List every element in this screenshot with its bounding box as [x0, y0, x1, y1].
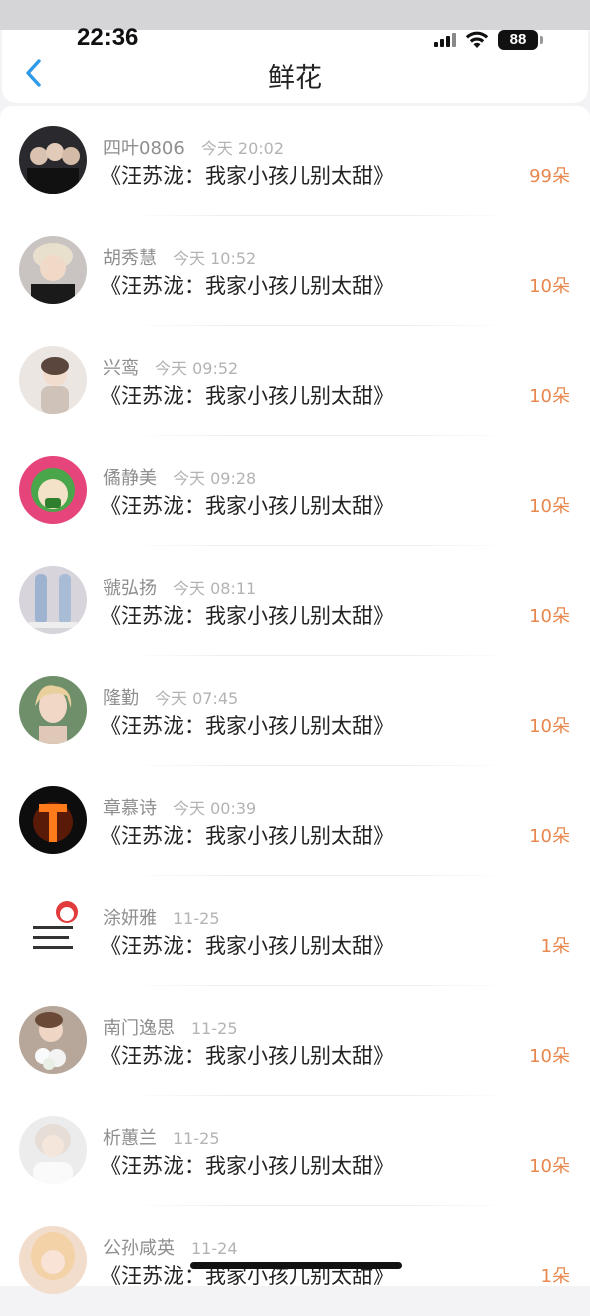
- book-title[interactable]: 《汪苏泷：我家小孩儿别太甜》: [100, 1040, 394, 1070]
- user-name[interactable]: 四叶0806: [103, 138, 185, 159]
- book-title[interactable]: 《汪苏泷：我家小孩儿别太甜》: [100, 930, 394, 960]
- book-title[interactable]: 《汪苏泷：我家小孩儿别太甜》: [100, 160, 394, 190]
- home-indicator[interactable]: [190, 1262, 402, 1269]
- list-item[interactable]: 僪静美 今天 09:28 《汪苏泷：我家小孩儿别太甜》 10朵: [0, 436, 590, 546]
- user-name[interactable]: 兴鸾: [103, 358, 139, 379]
- avatar[interactable]: [19, 1226, 87, 1294]
- item-meta: 胡秀慧 今天 10:52: [103, 244, 256, 270]
- user-name[interactable]: 虢弘扬: [103, 578, 157, 599]
- item-time: 今天 08:11: [173, 579, 257, 598]
- item-time: 11-24: [191, 1239, 238, 1258]
- flower-count: 10朵: [529, 716, 570, 737]
- avatar[interactable]: [19, 896, 87, 964]
- list-item[interactable]: 南门逸思 11-25 《汪苏泷：我家小孩儿别太甜》 10朵: [0, 986, 590, 1096]
- avatar[interactable]: [19, 346, 87, 414]
- item-meta: 公孙咸英 11-24: [103, 1234, 238, 1260]
- item-meta: 章慕诗 今天 00:39: [103, 794, 256, 820]
- user-name[interactable]: 隆勤: [103, 688, 139, 709]
- avatar[interactable]: [19, 1006, 87, 1074]
- page-title: 鲜花: [268, 63, 322, 94]
- list-item[interactable]: 涂妍雅 11-25 《汪苏泷：我家小孩儿别太甜》 1朵: [0, 876, 590, 986]
- item-meta: 兴鸾 今天 09:52: [103, 354, 238, 380]
- user-name[interactable]: 析蕙兰: [103, 1128, 157, 1149]
- user-name[interactable]: 胡秀慧: [103, 248, 157, 269]
- battery-level: 88: [509, 31, 527, 48]
- flower-count: 10朵: [529, 386, 570, 407]
- book-title[interactable]: 《汪苏泷：我家小孩儿别太甜》: [100, 710, 394, 740]
- flower-count: 10朵: [529, 1046, 570, 1067]
- flower-count: 10朵: [529, 606, 570, 627]
- book-title[interactable]: 《汪苏泷：我家小孩儿别太甜》: [100, 490, 394, 520]
- item-meta: 虢弘扬 今天 08:11: [103, 574, 256, 600]
- user-name[interactable]: 公孙咸英: [103, 1238, 175, 1259]
- item-time: 今天 09:28: [173, 469, 257, 488]
- list-item[interactable]: 四叶0806 今天 20:02 《汪苏泷：我家小孩儿别太甜》 99朵: [0, 106, 590, 216]
- wifi-icon: [465, 31, 489, 48]
- avatar[interactable]: [19, 566, 87, 634]
- book-title[interactable]: 《汪苏泷：我家小孩儿别太甜》: [100, 380, 394, 410]
- avatar[interactable]: [19, 236, 87, 304]
- user-name[interactable]: 南门逸思: [103, 1018, 175, 1039]
- item-time: 11-25: [191, 1019, 238, 1038]
- list-item[interactable]: 章慕诗 今天 00:39 《汪苏泷：我家小孩儿别太甜》 10朵: [0, 766, 590, 876]
- item-meta: 隆勤 今天 07:45: [103, 684, 238, 710]
- flower-count: 10朵: [529, 1156, 570, 1177]
- item-meta: 南门逸思 11-25: [103, 1014, 238, 1040]
- book-title[interactable]: 《汪苏泷：我家小孩儿别太甜》: [100, 270, 394, 300]
- item-time: 今天 20:02: [200, 139, 285, 158]
- item-time: 今天 00:39: [173, 799, 257, 818]
- book-title[interactable]: 《汪苏泷：我家小孩儿别太甜》: [100, 820, 394, 850]
- item-time: 11-25: [173, 909, 220, 928]
- item-meta: 析蕙兰 11-25: [103, 1124, 220, 1150]
- item-meta: 僪静美 今天 09:28: [103, 464, 256, 490]
- item-time: 今天 10:52: [173, 249, 257, 268]
- list-item[interactable]: 隆勤 今天 07:45 《汪苏泷：我家小孩儿别太甜》 10朵: [0, 656, 590, 766]
- list-item[interactable]: 虢弘扬 今天 08:11 《汪苏泷：我家小孩儿别太甜》 10朵: [0, 546, 590, 656]
- avatar[interactable]: [19, 456, 87, 524]
- user-name[interactable]: 章慕诗: [103, 798, 157, 819]
- status-icons: 88: [434, 28, 543, 52]
- item-time: 今天 09:52: [155, 359, 239, 378]
- battery-indicator: 88: [498, 30, 543, 50]
- list-item[interactable]: 兴鸾 今天 09:52 《汪苏泷：我家小孩儿别太甜》 10朵: [0, 326, 590, 436]
- item-time: 今天 07:45: [155, 689, 239, 708]
- book-title[interactable]: 《汪苏泷：我家小孩儿别太甜》: [100, 1150, 394, 1180]
- status-time: 22:36: [77, 24, 139, 51]
- user-name[interactable]: 僪静美: [103, 468, 157, 489]
- list-item[interactable]: 胡秀慧 今天 10:52 《汪苏泷：我家小孩儿别太甜》 10朵: [0, 216, 590, 326]
- list-item[interactable]: 公孙咸英 11-24 《汪苏泷：我家小孩儿别太甜》 1朵: [0, 1206, 590, 1316]
- item-time: 11-25: [173, 1129, 220, 1148]
- flower-count: 1朵: [540, 936, 570, 957]
- flower-list: 四叶0806 今天 20:02 《汪苏泷：我家小孩儿别太甜》 99朵 胡秀慧 今天 …: [0, 106, 590, 1294]
- book-title[interactable]: 《汪苏泷：我家小孩儿别太甜》: [100, 600, 394, 630]
- avatar[interactable]: [19, 676, 87, 744]
- item-meta: 涂妍雅 11-25: [103, 904, 220, 930]
- battery-tip: [540, 36, 543, 44]
- cellular-signal-icon: [434, 33, 456, 47]
- flower-count: 1朵: [540, 1266, 570, 1287]
- flower-count: 10朵: [529, 826, 570, 847]
- avatar[interactable]: [19, 1116, 87, 1184]
- flower-count: 10朵: [529, 276, 570, 297]
- user-name[interactable]: 涂妍雅: [103, 908, 157, 929]
- flower-count: 10朵: [529, 496, 570, 517]
- avatar[interactable]: [19, 786, 87, 854]
- item-meta: 四叶0806 今天 20:02: [103, 134, 284, 160]
- avatar[interactable]: [19, 126, 87, 194]
- list-item[interactable]: 析蕙兰 11-25 《汪苏泷：我家小孩儿别太甜》 10朵: [0, 1096, 590, 1206]
- flower-count: 99朵: [529, 166, 570, 187]
